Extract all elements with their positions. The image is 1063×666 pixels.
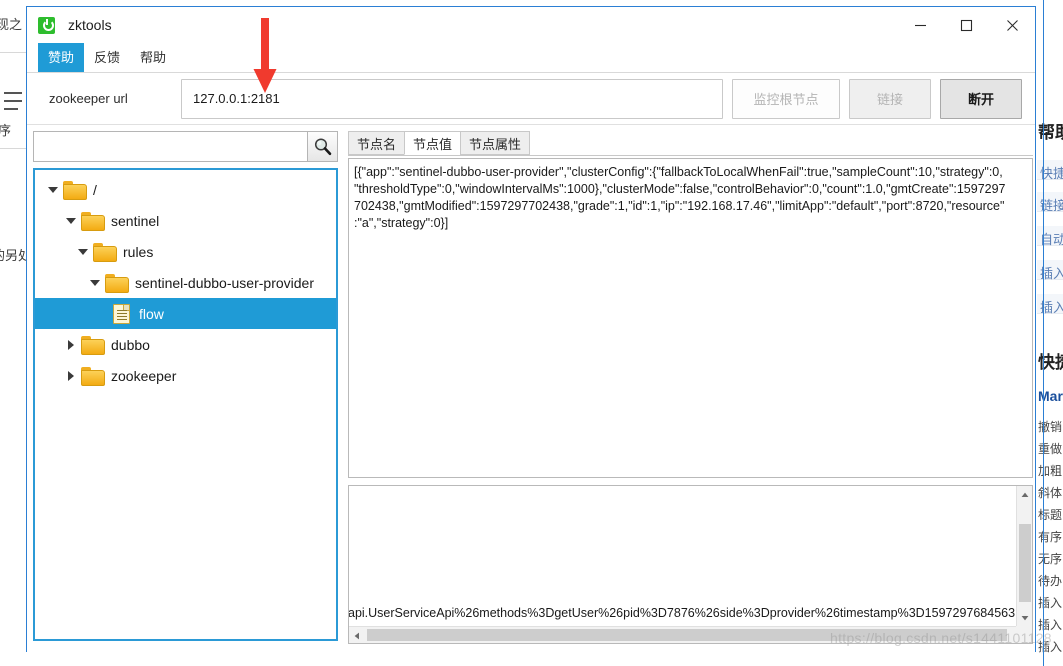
menu-item-sponsor[interactable]: 赞助: [38, 43, 85, 72]
bg-right-row-7: 待办: [1038, 574, 1063, 588]
zk-logo-icon: [38, 16, 55, 34]
tree-row[interactable]: sentinel-dubbo-user-provider: [35, 267, 336, 298]
bg-right-row-0: 撤销: [1038, 420, 1063, 434]
node-tabs: 节点名 节点值 节点属性: [348, 131, 1033, 156]
background-left-column: 现之 序 的另处: [0, 0, 26, 666]
tree-label: flow: [139, 305, 164, 322]
caret-right-icon[interactable]: [61, 339, 81, 350]
folder-icon: [81, 212, 105, 231]
bg-right-title: 帮助: [1038, 123, 1063, 142]
maximize-button[interactable]: [943, 7, 989, 43]
bg-right-row-1: 重做: [1038, 442, 1063, 456]
search-input[interactable]: [33, 131, 307, 162]
node-output-pane[interactable]: api.UserServiceApi%26methods%3DgetUser%2…: [348, 485, 1033, 644]
bg-left-text-1: 序: [0, 123, 12, 138]
bg-right-subtitle: 快捷: [1038, 353, 1063, 372]
folder-icon: [63, 181, 87, 200]
tree-row[interactable]: rules: [35, 236, 336, 267]
caret-right-icon[interactable]: [61, 370, 81, 381]
tab-node-name[interactable]: 节点名: [348, 131, 406, 155]
bg-left-text-0: 现之: [0, 17, 23, 32]
bg-right-row-2: 加粗: [1038, 464, 1063, 478]
watch-root-node-button[interactable]: 监控根节点: [732, 78, 840, 119]
disconnect-button[interactable]: 断开: [940, 78, 1022, 119]
scroll-left-icon[interactable]: [349, 627, 365, 643]
caret-down-icon[interactable]: [61, 217, 81, 224]
bg-right-row-4: 标题: [1038, 508, 1063, 522]
bg-right-row-8: 插入: [1038, 596, 1063, 610]
caret-down-icon[interactable]: [43, 186, 63, 193]
tree-label: sentinel-dubbo-user-provider: [135, 274, 314, 291]
zktools-window: zktools 赞助 反馈 帮助 zookeeper url 127.0.0.1…: [26, 6, 1036, 653]
node-value-text: [{"app":"sentinel-dubbo-user-provider","…: [354, 165, 1006, 230]
node-value-pane[interactable]: [{"app":"sentinel-dubbo-user-provider","…: [348, 158, 1033, 478]
scroll-down-icon[interactable]: [1017, 609, 1032, 626]
tab-node-value[interactable]: 节点值: [404, 131, 462, 155]
folder-icon: [81, 336, 105, 355]
scroll-up-icon[interactable]: [1017, 486, 1032, 503]
node-tree[interactable]: / sentinel rules sentinel-dubbo-user-pro…: [33, 168, 338, 641]
close-button[interactable]: [989, 7, 1035, 43]
tree-row[interactable]: zookeeper: [35, 360, 336, 391]
tree-row[interactable]: dubbo: [35, 329, 336, 360]
zookeeper-url-input[interactable]: [181, 78, 723, 119]
content-panel: 节点名 节点值 节点属性 [{"app":"sentinel-dubbo-use…: [344, 125, 1035, 653]
tree-label: zookeeper: [111, 367, 177, 384]
menu-item-feedback[interactable]: 反馈: [84, 43, 130, 72]
search-row: [33, 131, 338, 162]
bg-right-row-9: 插入: [1038, 618, 1063, 632]
tree-row-selected[interactable]: flow: [35, 298, 336, 329]
output-horizontal-scrollbar[interactable]: [349, 626, 1016, 643]
file-icon: [113, 303, 130, 324]
output-vertical-scrollbar[interactable]: [1016, 486, 1032, 626]
minimize-button[interactable]: [897, 7, 943, 43]
bg-right-row-3: 斜体: [1038, 486, 1063, 500]
caret-down-icon[interactable]: [85, 279, 105, 286]
window-titlebar: zktools: [27, 7, 1035, 43]
bg-right-section: Markdown: [1038, 388, 1063, 404]
connection-toolbar: zookeeper url 监控根节点 链接 断开: [27, 73, 1035, 125]
caret-down-icon[interactable]: [73, 248, 93, 255]
folder-icon: [105, 274, 129, 293]
tab-node-properties[interactable]: 节点属性: [460, 131, 531, 155]
tree-row[interactable]: /: [35, 174, 336, 205]
connect-button[interactable]: 链接: [849, 78, 931, 119]
menu-bar: 赞助 反馈 帮助: [27, 43, 1035, 73]
zookeeper-url-label: zookeeper url: [49, 91, 128, 106]
node-output-text: api.UserServiceApi%26methods%3DgetUser%2…: [348, 606, 1016, 620]
tree-label: rules: [123, 243, 154, 260]
scroll-thumb[interactable]: [1019, 524, 1031, 602]
window-controls: [897, 7, 1035, 43]
tree-panel: / sentinel rules sentinel-dubbo-user-pro…: [27, 125, 344, 653]
folder-icon: [93, 243, 117, 262]
magnifier-icon: [314, 138, 332, 156]
background-right-column: 帮助 快捷 链接 自动 插入 插入 快捷 Markdown 撤销 重做 加粗 斜…: [1036, 0, 1063, 666]
bg-right-row-6: 无序: [1038, 552, 1063, 566]
bg-left-text-2: 的另处: [0, 248, 26, 263]
tree-row[interactable]: sentinel: [35, 205, 336, 236]
scrollbar-corner: [1016, 626, 1032, 643]
main-body: / sentinel rules sentinel-dubbo-user-pro…: [27, 125, 1035, 653]
window-title: zktools: [68, 17, 112, 33]
folder-icon: [81, 367, 105, 386]
bg-right-row-5: 有序: [1038, 530, 1063, 544]
tree-label: dubbo: [111, 336, 150, 353]
tree-label: /: [93, 181, 97, 198]
scroll-thumb[interactable]: [367, 629, 1007, 641]
search-button[interactable]: [307, 131, 338, 162]
bg-right-row-10: 插入: [1038, 640, 1063, 654]
tree-label: sentinel: [111, 212, 160, 229]
menu-item-help[interactable]: 帮助: [130, 43, 176, 72]
